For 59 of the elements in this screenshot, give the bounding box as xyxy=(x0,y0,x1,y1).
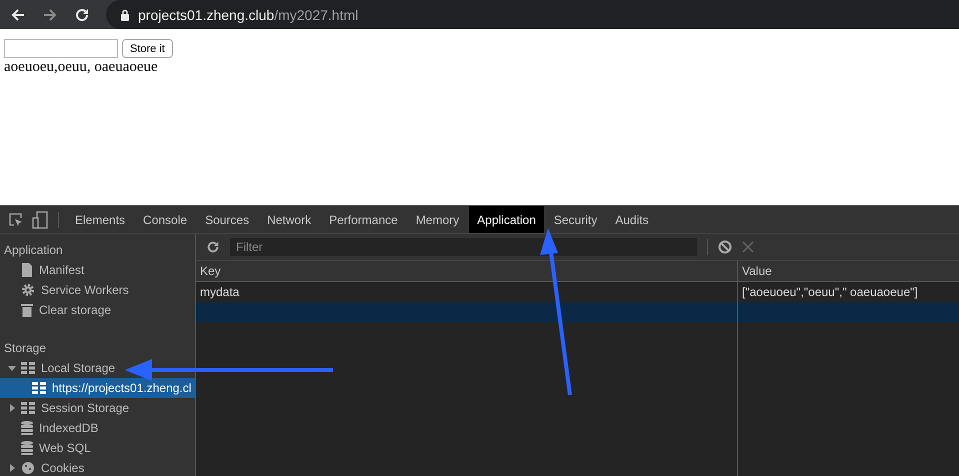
reload-icon[interactable] xyxy=(74,6,90,22)
sidebar-item[interactable]: Clear storage xyxy=(0,300,195,320)
sidebar-item[interactable]: Local Storage xyxy=(0,358,195,378)
trash-icon xyxy=(21,303,33,317)
sidebar-item[interactable]: Cookies xyxy=(0,458,195,476)
table-cell: ["aoeuoeu","oeuu"," oaeuaoeue"] xyxy=(742,285,918,299)
grid-icon xyxy=(21,362,35,374)
sidebar-item-label: Clear storage xyxy=(39,303,112,317)
database-icon xyxy=(21,441,33,455)
sidebar-item-label: https://projects01.zheng.cl xyxy=(52,381,192,395)
sidebar-item-label: Session Storage xyxy=(41,401,130,415)
column-header[interactable]: Value xyxy=(738,261,959,281)
table-cell: mydata xyxy=(200,285,240,299)
url-path: /my2027.html xyxy=(274,6,358,22)
back-icon[interactable] xyxy=(10,6,26,22)
devtools-tab[interactable]: Network xyxy=(259,206,320,233)
sidebar-item-label: Cookies xyxy=(41,461,84,475)
filter-field[interactable]: Filter xyxy=(230,238,697,256)
devtools-tab[interactable]: Audits xyxy=(607,206,657,233)
sidebar-item-label: Web SQL xyxy=(39,441,91,455)
devtools-tab[interactable]: Security xyxy=(546,206,606,233)
device-icon[interactable] xyxy=(32,210,48,228)
lock-icon xyxy=(120,8,130,20)
expanded-arrow-icon[interactable] xyxy=(8,364,16,372)
gear-icon xyxy=(21,283,35,297)
inspect-icon[interactable] xyxy=(8,212,24,228)
address-bar[interactable]: projects01.zheng.club/my2027.html xyxy=(106,0,959,29)
text-input[interactable] xyxy=(4,39,118,58)
sidebar-item-label: Service Workers xyxy=(41,283,129,297)
column-header[interactable]: Key xyxy=(196,261,738,281)
section-title: Application xyxy=(3,242,64,259)
collapsed-arrow-icon[interactable] xyxy=(8,464,16,472)
section-title: Storage xyxy=(3,340,48,357)
devtools-tab[interactable]: Sources xyxy=(197,206,258,233)
store-button[interactable]: Store it xyxy=(122,39,173,58)
database-icon xyxy=(21,421,33,435)
sidebar-item-label: Local Storage xyxy=(41,361,116,375)
grid-icon xyxy=(32,382,46,394)
devtools-tab[interactable]: Console xyxy=(135,206,196,233)
devtools-tab[interactable]: Application xyxy=(469,206,544,233)
refresh-icon[interactable] xyxy=(206,240,220,254)
sidebar-item[interactable]: Manifest xyxy=(0,260,195,280)
file-icon xyxy=(21,263,33,277)
grid-icon xyxy=(21,402,35,414)
sidebar-item[interactable]: IndexedDB xyxy=(0,418,195,438)
sidebar-item-label: Manifest xyxy=(39,263,84,277)
stored-output-text: aoeuoeu,oeuu, oaeuaoeue xyxy=(4,59,159,76)
url-host: projects01.zheng.club xyxy=(138,6,274,22)
devtools-tab[interactable]: Elements xyxy=(67,206,134,233)
devtools-tab[interactable]: Performance xyxy=(321,206,406,233)
sidebar-item[interactable]: Web SQL xyxy=(0,438,195,458)
sidebar-item[interactable]: Session Storage xyxy=(0,398,195,418)
sidebar-item-label: IndexedDB xyxy=(39,421,98,435)
sidebar-item[interactable]: https://projects01.zheng.cl xyxy=(0,378,195,398)
block-icon[interactable] xyxy=(718,240,732,254)
forward-icon[interactable] xyxy=(42,6,58,22)
collapsed-arrow-icon[interactable] xyxy=(8,404,16,412)
sidebar-item[interactable]: Service Workers xyxy=(0,280,195,300)
devtools-tab[interactable]: Memory xyxy=(408,206,468,233)
